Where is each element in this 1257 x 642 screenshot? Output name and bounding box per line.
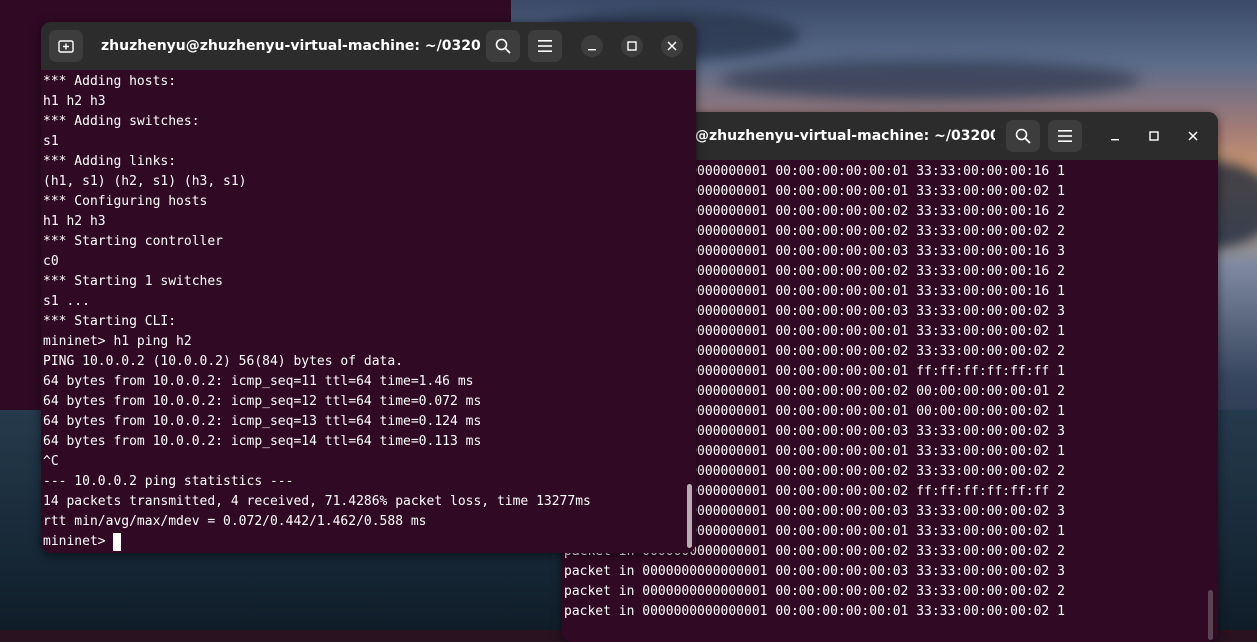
maximize-button[interactable] xyxy=(621,35,643,57)
menu-button[interactable] xyxy=(1048,120,1082,152)
terminal-line: 64 bytes from 10.0.0.2: icmp_seq=12 ttl=… xyxy=(43,394,482,409)
close-button[interactable] xyxy=(661,35,683,57)
terminal-line: 64 bytes from 10.0.0.2: icmp_seq=13 ttl=… xyxy=(43,414,482,429)
terminal-line: *** Configuring hosts xyxy=(43,194,208,209)
terminal-line: *** Adding hosts: xyxy=(43,74,177,89)
close-icon xyxy=(667,41,677,51)
minimize-button[interactable] xyxy=(581,35,603,57)
minimize-icon xyxy=(1111,139,1119,141)
terminal-line: packet in 0000000000000001 00:00:00:00:0… xyxy=(564,604,1065,619)
terminal-line: *** Adding switches: xyxy=(43,114,200,129)
minimize-button[interactable] xyxy=(1104,125,1126,147)
mininet-terminal-window[interactable]: zhuzhenyu@zhuzhenyu-virtual-machine: ~/0… xyxy=(41,22,696,553)
search-icon xyxy=(1015,128,1031,144)
terminal-line: --- 10.0.0.2 ping statistics --- xyxy=(43,474,294,489)
terminal-line: packet in 0000000000000001 00:00:00:00:0… xyxy=(564,564,1065,579)
terminal-line: packet in 0000000000000001 00:00:00:00:0… xyxy=(564,584,1065,599)
terminal-line: c0 xyxy=(43,254,59,269)
search-button[interactable] xyxy=(486,30,520,62)
terminal-line: 64 bytes from 10.0.0.2: icmp_seq=11 ttl=… xyxy=(43,374,474,389)
menu-button[interactable] xyxy=(528,30,562,62)
minimize-icon xyxy=(588,49,596,51)
terminal-line: h1 h2 h3 xyxy=(43,214,106,229)
terminal-line: h1 h2 h3 xyxy=(43,94,106,109)
hamburger-menu-icon xyxy=(538,40,552,52)
terminal-line: rtt min/avg/max/mdev = 0.072/0.442/1.462… xyxy=(43,514,427,529)
terminal-output[interactable]: *** Adding hosts: h1 h2 h3 *** Adding swit… xyxy=(41,70,696,553)
search-icon xyxy=(495,38,511,54)
maximize-icon xyxy=(1149,131,1159,141)
terminal-line: PING 10.0.0.2 (10.0.0.2) 56(84) bytes of… xyxy=(43,354,404,369)
terminal-line: *** Adding links: xyxy=(43,154,177,169)
scrollbar[interactable] xyxy=(687,484,692,548)
terminal-line: *** Starting CLI: xyxy=(43,314,177,329)
terminal-line: *** Starting controller xyxy=(43,234,224,249)
terminal-line: s1 ... xyxy=(43,294,90,309)
maximize-icon xyxy=(627,41,637,51)
terminal-line: 64 bytes from 10.0.0.2: icmp_seq=14 ttl=… xyxy=(43,434,482,449)
window-title: @zhuzhenyu-virtual-machine: ~/032002... xyxy=(695,128,995,144)
window-title: zhuzhenyu@zhuzhenyu-virtual-machine: ~/0… xyxy=(101,38,481,54)
terminal-line: ^C xyxy=(43,454,59,469)
search-button[interactable] xyxy=(1006,120,1040,152)
text-cursor xyxy=(113,533,122,551)
titlebar[interactable]: zhuzhenyu@zhuzhenyu-virtual-machine: ~/0… xyxy=(41,22,696,70)
new-tab-button[interactable] xyxy=(49,30,83,62)
scrollbar[interactable] xyxy=(1208,590,1213,640)
terminal-line: (h1, s1) (h2, s1) (h3, s1) xyxy=(43,174,247,189)
terminal-line: 14 packets transmitted, 4 received, 71.4… xyxy=(43,494,591,509)
terminal-line: *** Starting 1 switches xyxy=(43,274,224,289)
hamburger-menu-icon xyxy=(1058,130,1072,142)
terminal-line: mininet> h1 ping h2 xyxy=(43,334,192,349)
terminal-line: s1 xyxy=(43,134,59,149)
maximize-button[interactable] xyxy=(1143,125,1165,147)
shell-prompt: mininet> xyxy=(43,534,114,549)
new-tab-icon xyxy=(58,40,74,53)
prompt-line[interactable]: mininet> xyxy=(43,532,122,552)
close-icon xyxy=(1188,131,1198,141)
wallpaper-cloud xyxy=(720,60,1140,100)
close-button[interactable] xyxy=(1182,125,1204,147)
